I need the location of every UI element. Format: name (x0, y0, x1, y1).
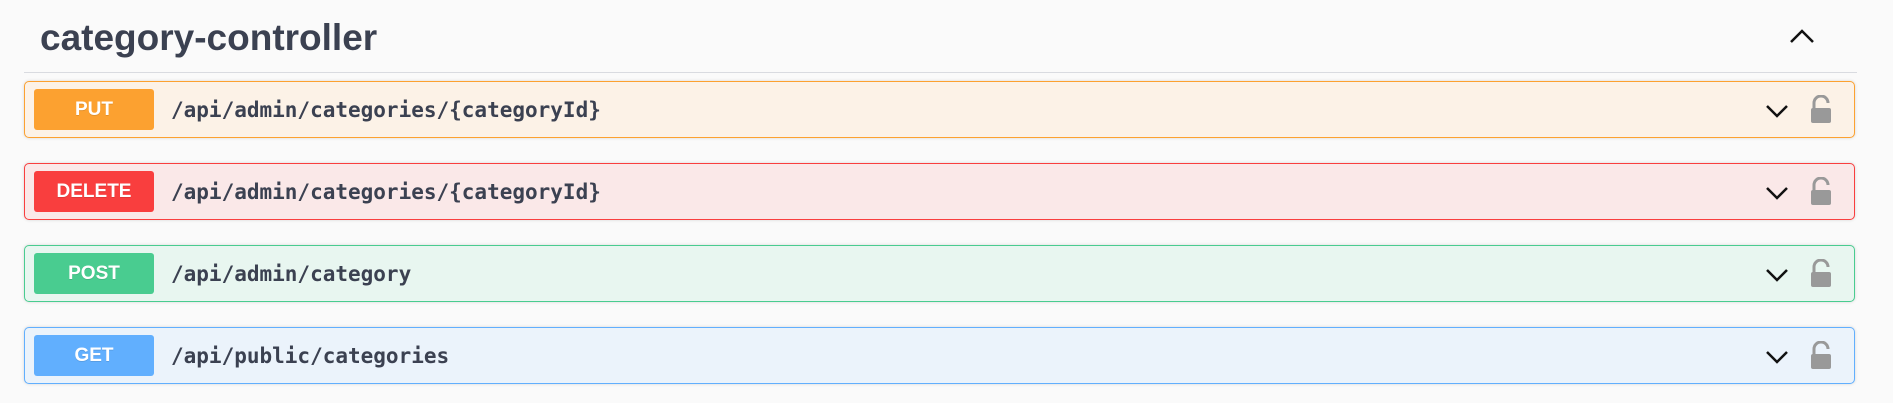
operation-path: /api/admin/categories/{categoryId} (171, 179, 601, 204)
chevron-down-icon[interactable] (1762, 264, 1792, 286)
unlocked-lock-icon[interactable] (1808, 258, 1834, 289)
method-badge: GET (34, 335, 154, 376)
api-section-category-controller: category-controller (24, 0, 1857, 73)
section-title: category-controller (40, 17, 378, 58)
chevron-down-icon[interactable] (1762, 182, 1792, 204)
method-badge: DELETE (34, 171, 154, 212)
method-badge: POST (34, 253, 154, 294)
operation-post-category[interactable]: POST /api/admin/category (24, 245, 1855, 302)
unlocked-lock-icon[interactable] (1808, 176, 1834, 207)
operation-delete-category[interactable]: DELETE /api/admin/categories/{categoryId… (24, 163, 1855, 220)
chevron-down-icon[interactable] (1762, 346, 1792, 368)
chevron-up-icon[interactable] (1785, 22, 1819, 50)
section-header[interactable]: category-controller (24, 0, 1857, 73)
operation-put-category[interactable]: PUT /api/admin/categories/{categoryId} (24, 81, 1855, 138)
operation-path: /api/admin/category (171, 261, 412, 286)
operation-path: /api/public/categories (171, 343, 450, 368)
unlocked-lock-icon[interactable] (1808, 94, 1834, 125)
method-badge: PUT (34, 89, 154, 130)
operation-get-categories[interactable]: GET /api/public/categories (24, 327, 1855, 384)
unlocked-lock-icon[interactable] (1808, 340, 1834, 371)
chevron-down-icon[interactable] (1762, 100, 1792, 122)
operation-path: /api/admin/categories/{categoryId} (171, 97, 601, 122)
